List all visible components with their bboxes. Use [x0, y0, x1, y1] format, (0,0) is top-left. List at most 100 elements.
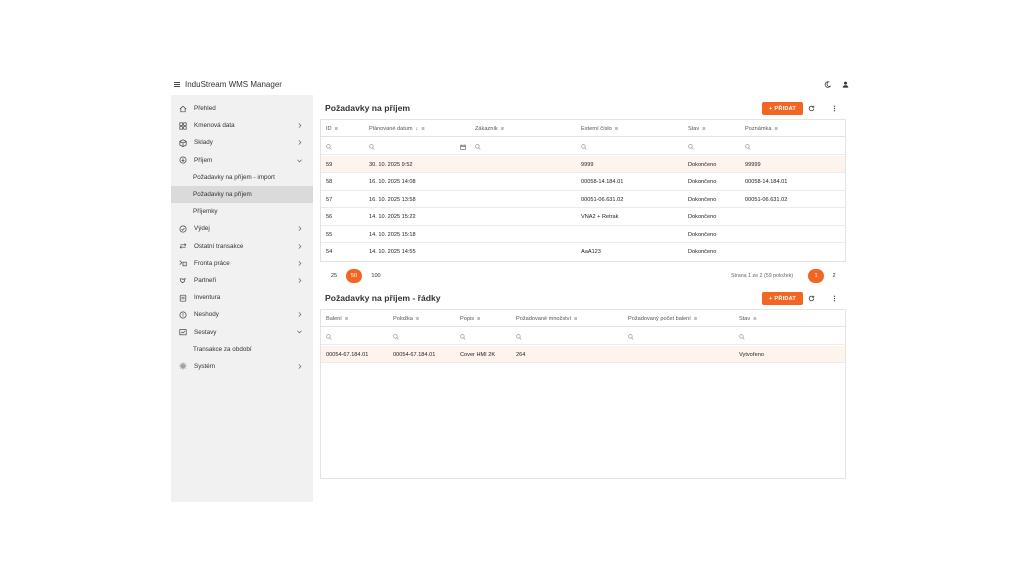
- requests-grid: ID ≡ Plánované datum ↓ ≡ Zákazník ≡ Externí …: [320, 119, 846, 262]
- table-row[interactable]: 00054-67.184.01 00054-67.184.01 Cover HM…: [321, 346, 845, 364]
- search-icon[interactable]: [393, 328, 399, 345]
- table-row[interactable]: 55 14. 10. 2025 15:18 Dokončeno: [321, 226, 845, 244]
- filter-icon: ≡: [753, 315, 757, 322]
- column-header-external-number[interactable]: Externí číslo ≡: [581, 120, 618, 137]
- page-size-25[interactable]: 25: [326, 269, 342, 283]
- search-icon[interactable]: [628, 328, 634, 345]
- plus-icon: +: [768, 105, 773, 112]
- cell-external-number: 00051-06.631.02: [581, 196, 624, 203]
- hamburger-menu-icon[interactable]: [174, 81, 182, 89]
- filter-icon: ≡: [574, 315, 578, 322]
- sidebar-item-label: Sklady: [194, 139, 213, 147]
- sidebar-item-label: Požadavky na příjem - import: [193, 173, 275, 181]
- table-row[interactable]: 58 16. 10. 2025 14:08 00058-14.184.01 Do…: [321, 174, 845, 191]
- cell-external-number: VNA2 + Retrak: [581, 214, 619, 220]
- sidebar-item-prehled[interactable]: Přehled: [171, 100, 313, 117]
- cell-id: 55: [326, 231, 333, 238]
- sidebar-item-label: Transakce za období: [193, 345, 252, 353]
- chevron-down-icon: [297, 159, 302, 162]
- table-row[interactable]: 54 14. 10. 2025 14:55 AaA123 Dokončeno: [321, 244, 845, 261]
- column-header-status[interactable]: Stav ≡: [739, 310, 756, 327]
- search-icon[interactable]: [581, 138, 587, 155]
- filter-icon: ≡: [500, 125, 504, 132]
- search-icon[interactable]: [516, 328, 522, 345]
- swap-icon: [178, 242, 187, 251]
- sidebar-item-prijemky[interactable]: Příjemky: [171, 203, 313, 220]
- filter-icon: ≡: [421, 125, 425, 132]
- column-header-planned-date[interactable]: Plánované datum ↓ ≡: [369, 120, 425, 137]
- table-row[interactable]: 56 14. 10. 2025 15:22 VNA2 + Retrak Doko…: [321, 209, 845, 226]
- sidebar-item-neshody[interactable]: Neshody: [171, 306, 313, 323]
- sidebar-item-label: Ostatní transakce: [194, 242, 244, 250]
- column-header-note[interactable]: Poznámka ≡: [745, 120, 778, 137]
- grid-filter-row: [321, 138, 845, 156]
- refresh-icon[interactable]: [807, 104, 816, 113]
- sidebar-item-inventura[interactable]: Inventura: [171, 289, 313, 306]
- search-icon[interactable]: [326, 138, 332, 155]
- outbound-icon: [178, 224, 187, 233]
- cell-external-number: 9999: [581, 161, 594, 168]
- app-title: InduStream WMS Manager: [185, 80, 282, 89]
- search-icon[interactable]: [688, 138, 694, 155]
- clipboard-icon: [178, 293, 187, 302]
- cell-status: Dokončeno: [688, 161, 717, 168]
- search-icon[interactable]: [460, 328, 466, 345]
- dark-mode-icon[interactable]: [823, 81, 831, 89]
- more-vertical-icon[interactable]: [830, 294, 839, 303]
- column-header-item[interactable]: Položka ≡: [393, 310, 419, 327]
- table-row[interactable]: 59 30. 10. 2025 9:52 9999 Dokončeno 9999…: [321, 156, 845, 174]
- add-line-button[interactable]: + PŘIDAT: [762, 292, 803, 305]
- page-size-100[interactable]: 100: [368, 269, 384, 283]
- column-header-description[interactable]: Popis ≡: [460, 310, 480, 327]
- sidebar-item-fronta-prace[interactable]: Fronta práce: [171, 255, 313, 272]
- sidebar-item-label: Výdej: [194, 225, 210, 233]
- sidebar-item-partneri[interactable]: Partneři: [171, 272, 313, 289]
- search-icon[interactable]: [745, 138, 751, 155]
- sidebar-item-pozadavky-na-prijem[interactable]: Požadavky na příjem: [171, 185, 313, 204]
- search-icon[interactable]: [326, 328, 332, 345]
- chevron-right-icon: [298, 243, 302, 249]
- sidebar-item-kmenova-data[interactable]: Kmenová data: [171, 117, 313, 134]
- search-icon[interactable]: [369, 138, 375, 155]
- cell-status: Dokončeno: [688, 231, 717, 238]
- cell-id: 54: [326, 249, 333, 255]
- user-icon[interactable]: [841, 81, 849, 89]
- sidebar-item-vydej[interactable]: Výdej: [171, 220, 313, 237]
- search-icon[interactable]: [739, 328, 745, 345]
- sidebar-item-sklady[interactable]: Sklady: [171, 134, 313, 151]
- refresh-icon[interactable]: [807, 294, 816, 303]
- page-title: Požadavky na příjem: [325, 103, 411, 113]
- search-icon[interactable]: [475, 138, 481, 155]
- column-header-customer[interactable]: Zákazník ≡: [475, 120, 504, 137]
- inbound-icon: [178, 156, 187, 165]
- home-icon: [178, 104, 187, 113]
- page-size-50[interactable]: 50: [346, 269, 362, 283]
- calendar-icon[interactable]: [460, 138, 466, 155]
- column-header-requested-qty[interactable]: Požadované množství ≡: [516, 310, 577, 327]
- sidebar-item-sestavy[interactable]: Sestavy: [171, 323, 313, 340]
- grid-header-row: ID ≡ Plánované datum ↓ ≡ Zákazník ≡ Externí …: [321, 120, 845, 138]
- cell-planned-date: 16. 10. 2025 14:08: [369, 179, 416, 185]
- sidebar-item-prijem[interactable]: Příjem: [171, 152, 313, 169]
- column-header-package[interactable]: Balení ≡: [326, 310, 348, 327]
- column-header-requested-packages[interactable]: Požadovaný počet balení ≡: [628, 310, 697, 327]
- sidebar-item-label: Fronta práce: [194, 259, 230, 267]
- more-vertical-icon[interactable]: [830, 104, 839, 113]
- sidebar-item-system[interactable]: Systém: [171, 358, 313, 375]
- cell-id: 56: [326, 214, 333, 220]
- page-1[interactable]: 1: [808, 269, 824, 283]
- filter-icon: ≡: [415, 315, 420, 322]
- sidebar-item-transakce-za-obdobi[interactable]: Transakce za období: [171, 341, 313, 358]
- column-header-status[interactable]: Stav ≡: [688, 120, 705, 137]
- lines-grid: Balení ≡ Položka ≡ Popis ≡ Požadované množs…: [320, 309, 846, 479]
- chevron-right-icon: [298, 140, 302, 146]
- sidebar-item-prijem-import[interactable]: Požadavky na příjem - import: [171, 169, 313, 186]
- column-header-id[interactable]: ID ≡: [326, 120, 338, 137]
- cell-package: 00054-67.184.01: [326, 351, 369, 358]
- queue-icon: [178, 259, 187, 268]
- page-2[interactable]: 2: [826, 269, 842, 283]
- sidebar-item-ostatni-transakce[interactable]: Ostatní transakce: [171, 238, 313, 255]
- grid-filter-row: [321, 328, 845, 346]
- add-request-button[interactable]: + PŘIDAT: [762, 102, 803, 115]
- table-row[interactable]: 57 16. 10. 2025 13:58 00051-06.631.02 Do…: [321, 191, 845, 209]
